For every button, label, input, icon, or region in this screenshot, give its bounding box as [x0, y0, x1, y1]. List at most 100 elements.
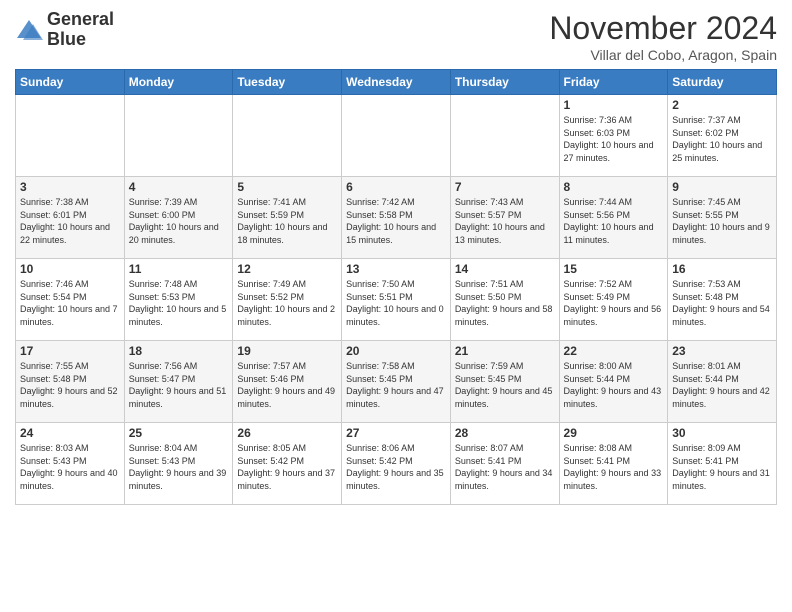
- day-info: Sunrise: 7:58 AM Sunset: 5:45 PM Dayligh…: [346, 360, 446, 410]
- day-info: Sunrise: 7:52 AM Sunset: 5:49 PM Dayligh…: [564, 278, 664, 328]
- logo-icon: [15, 16, 43, 44]
- day-number: 1: [564, 98, 664, 112]
- day-number: 30: [672, 426, 772, 440]
- logo-line2: Blue: [47, 30, 114, 50]
- cell-w1-d1: 4 Sunrise: 7:39 AM Sunset: 6:00 PM Daylig…: [124, 177, 233, 259]
- day-info: Sunrise: 7:51 AM Sunset: 5:50 PM Dayligh…: [455, 278, 555, 328]
- day-number: 17: [20, 344, 120, 358]
- location-subtitle: Villar del Cobo, Aragon, Spain: [549, 47, 777, 63]
- day-number: 26: [237, 426, 337, 440]
- day-info: Sunrise: 7:37 AM Sunset: 6:02 PM Dayligh…: [672, 114, 772, 164]
- header-thursday: Thursday: [450, 70, 559, 95]
- day-number: 12: [237, 262, 337, 276]
- day-number: 24: [20, 426, 120, 440]
- calendar-page: General Blue November 2024 Villar del Co…: [0, 0, 792, 612]
- day-info: Sunrise: 8:01 AM Sunset: 5:44 PM Dayligh…: [672, 360, 772, 410]
- week-row-3: 17 Sunrise: 7:55 AM Sunset: 5:48 PM Dayli…: [16, 341, 777, 423]
- cell-w0-d3: [342, 95, 451, 177]
- cell-w4-d0: 24 Sunrise: 8:03 AM Sunset: 5:43 PM Dayli…: [16, 423, 125, 505]
- day-info: Sunrise: 7:53 AM Sunset: 5:48 PM Dayligh…: [672, 278, 772, 328]
- header-sunday: Sunday: [16, 70, 125, 95]
- cell-w2-d6: 16 Sunrise: 7:53 AM Sunset: 5:48 PM Dayli…: [668, 259, 777, 341]
- day-number: 9: [672, 180, 772, 194]
- title-block: November 2024 Villar del Cobo, Aragon, S…: [549, 10, 777, 63]
- day-number: 22: [564, 344, 664, 358]
- day-info: Sunrise: 7:43 AM Sunset: 5:57 PM Dayligh…: [455, 196, 555, 246]
- cell-w2-d0: 10Sunrise: 7:46 AM Sunset: 5:54 PM Dayli…: [16, 259, 125, 341]
- header-wednesday: Wednesday: [342, 70, 451, 95]
- day-number: 13: [346, 262, 446, 276]
- page-header: General Blue November 2024 Villar del Co…: [15, 10, 777, 63]
- logo-text: General Blue: [47, 10, 114, 50]
- day-number: 3: [20, 180, 120, 194]
- logo: General Blue: [15, 10, 114, 50]
- week-row-4: 24 Sunrise: 8:03 AM Sunset: 5:43 PM Dayli…: [16, 423, 777, 505]
- month-title: November 2024: [549, 10, 777, 47]
- day-number: 18: [129, 344, 229, 358]
- day-info: Sunrise: 7:42 AM Sunset: 5:58 PM Dayligh…: [346, 196, 446, 246]
- day-number: 14: [455, 262, 555, 276]
- calendar-table: Sunday Monday Tuesday Wednesday Thursday…: [15, 69, 777, 505]
- day-info: Sunrise: 7:59 AM Sunset: 5:45 PM Dayligh…: [455, 360, 555, 410]
- day-number: 5: [237, 180, 337, 194]
- week-row-0: 1 Sunrise: 7:36 AM Sunset: 6:03 PM Daylig…: [16, 95, 777, 177]
- day-info: Sunrise: 8:00 AM Sunset: 5:44 PM Dayligh…: [564, 360, 664, 410]
- day-info: Sunrise: 8:09 AM Sunset: 5:41 PM Dayligh…: [672, 442, 772, 492]
- day-info: Sunrise: 7:56 AM Sunset: 5:47 PM Dayligh…: [129, 360, 229, 410]
- day-number: 29: [564, 426, 664, 440]
- cell-w2-d5: 15 Sunrise: 7:52 AM Sunset: 5:49 PM Dayli…: [559, 259, 668, 341]
- day-info: Sunrise: 7:50 AM Sunset: 5:51 PM Dayligh…: [346, 278, 446, 328]
- day-number: 8: [564, 180, 664, 194]
- calendar-header-row: Sunday Monday Tuesday Wednesday Thursday…: [16, 70, 777, 95]
- cell-w2-d3: 13 Sunrise: 7:50 AM Sunset: 5:51 PM Dayli…: [342, 259, 451, 341]
- day-info: Sunrise: 7:36 AM Sunset: 6:03 PM Dayligh…: [564, 114, 664, 164]
- cell-w0-d1: [124, 95, 233, 177]
- cell-w3-d6: 23Sunrise: 8:01 AM Sunset: 5:44 PM Dayli…: [668, 341, 777, 423]
- header-saturday: Saturday: [668, 70, 777, 95]
- cell-w4-d4: 28 Sunrise: 8:07 AM Sunset: 5:41 PM Dayli…: [450, 423, 559, 505]
- day-info: Sunrise: 8:07 AM Sunset: 5:41 PM Dayligh…: [455, 442, 555, 492]
- cell-w0-d6: 2 Sunrise: 7:37 AM Sunset: 6:02 PM Daylig…: [668, 95, 777, 177]
- day-info: Sunrise: 7:39 AM Sunset: 6:00 PM Dayligh…: [129, 196, 229, 246]
- cell-w2-d2: 12 Sunrise: 7:49 AM Sunset: 5:52 PM Dayli…: [233, 259, 342, 341]
- cell-w2-d4: 14 Sunrise: 7:51 AM Sunset: 5:50 PM Dayli…: [450, 259, 559, 341]
- cell-w1-d2: 5 Sunrise: 7:41 AM Sunset: 5:59 PM Daylig…: [233, 177, 342, 259]
- day-info: Sunrise: 8:04 AM Sunset: 5:43 PM Dayligh…: [129, 442, 229, 492]
- day-info: Sunrise: 7:38 AM Sunset: 6:01 PM Dayligh…: [20, 196, 120, 246]
- cell-w0-d2: [233, 95, 342, 177]
- day-info: Sunrise: 7:55 AM Sunset: 5:48 PM Dayligh…: [20, 360, 120, 410]
- day-number: 25: [129, 426, 229, 440]
- cell-w3-d2: 19Sunrise: 7:57 AM Sunset: 5:46 PM Dayli…: [233, 341, 342, 423]
- day-number: 28: [455, 426, 555, 440]
- cell-w1-d5: 8Sunrise: 7:44 AM Sunset: 5:56 PM Daylig…: [559, 177, 668, 259]
- cell-w4-d2: 26Sunrise: 8:05 AM Sunset: 5:42 PM Dayli…: [233, 423, 342, 505]
- day-number: 15: [564, 262, 664, 276]
- cell-w3-d4: 21 Sunrise: 7:59 AM Sunset: 5:45 PM Dayli…: [450, 341, 559, 423]
- cell-w1-d3: 6Sunrise: 7:42 AM Sunset: 5:58 PM Daylig…: [342, 177, 451, 259]
- cell-w4-d3: 27Sunrise: 8:06 AM Sunset: 5:42 PM Dayli…: [342, 423, 451, 505]
- day-number: 4: [129, 180, 229, 194]
- day-info: Sunrise: 8:08 AM Sunset: 5:41 PM Dayligh…: [564, 442, 664, 492]
- cell-w3-d0: 17 Sunrise: 7:55 AM Sunset: 5:48 PM Dayli…: [16, 341, 125, 423]
- cell-w3-d1: 18 Sunrise: 7:56 AM Sunset: 5:47 PM Dayli…: [124, 341, 233, 423]
- week-row-2: 10Sunrise: 7:46 AM Sunset: 5:54 PM Dayli…: [16, 259, 777, 341]
- cell-w1-d6: 9 Sunrise: 7:45 AM Sunset: 5:55 PM Daylig…: [668, 177, 777, 259]
- week-row-1: 3 Sunrise: 7:38 AM Sunset: 6:01 PM Daylig…: [16, 177, 777, 259]
- cell-w4-d6: 30 Sunrise: 8:09 AM Sunset: 5:41 PM Dayli…: [668, 423, 777, 505]
- day-number: 16: [672, 262, 772, 276]
- cell-w4-d1: 25 Sunrise: 8:04 AM Sunset: 5:43 PM Dayli…: [124, 423, 233, 505]
- day-info: Sunrise: 8:03 AM Sunset: 5:43 PM Dayligh…: [20, 442, 120, 492]
- day-number: 7: [455, 180, 555, 194]
- day-info: Sunrise: 7:41 AM Sunset: 5:59 PM Dayligh…: [237, 196, 337, 246]
- day-number: 2: [672, 98, 772, 112]
- day-number: 19: [237, 344, 337, 358]
- cell-w0-d0: [16, 95, 125, 177]
- day-number: 20: [346, 344, 446, 358]
- day-number: 21: [455, 344, 555, 358]
- day-info: Sunrise: 7:45 AM Sunset: 5:55 PM Dayligh…: [672, 196, 772, 246]
- day-number: 11: [129, 262, 229, 276]
- day-info: Sunrise: 7:49 AM Sunset: 5:52 PM Dayligh…: [237, 278, 337, 328]
- cell-w0-d4: [450, 95, 559, 177]
- header-friday: Friday: [559, 70, 668, 95]
- cell-w1-d4: 7 Sunrise: 7:43 AM Sunset: 5:57 PM Daylig…: [450, 177, 559, 259]
